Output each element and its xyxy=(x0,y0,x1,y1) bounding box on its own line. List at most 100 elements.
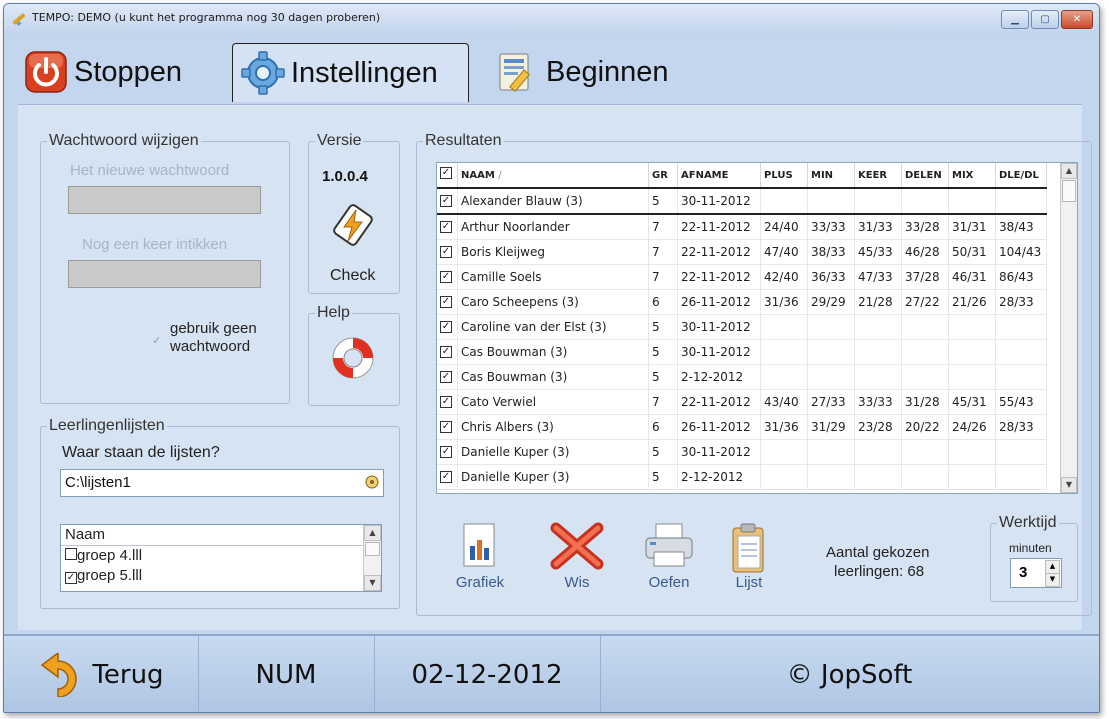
header-plus[interactable]: PLUS xyxy=(760,163,808,189)
header-dle-dl[interactable]: DLE/DL xyxy=(995,163,1047,189)
scroll-down-button[interactable]: ▼ xyxy=(1061,477,1077,493)
header-afname[interactable]: AFNAME xyxy=(677,163,761,189)
worktime-stepper[interactable]: 3 ▲ ▼ xyxy=(1010,558,1062,588)
cell-afname: 30-11-2012 xyxy=(677,187,761,215)
repeat-password-field[interactable] xyxy=(68,260,261,288)
check-label[interactable]: Check xyxy=(330,267,375,285)
row-checkbox-cell[interactable]: ✓ xyxy=(437,214,458,240)
table-row[interactable]: ✓ Caroline van der Elst (3) 5 30-11-2012 xyxy=(437,314,1047,340)
tab-stoppen[interactable]: Stoppen xyxy=(16,43,182,101)
worktime-value[interactable]: 3 xyxy=(1019,564,1027,581)
back-button[interactable]: Terug xyxy=(4,636,199,712)
table-row[interactable]: ✓ Cas Bouwman (3) 5 30-11-2012 xyxy=(437,339,1047,365)
scroll-up-button[interactable]: ▲ xyxy=(1061,163,1077,179)
row-checkbox-cell[interactable]: ✓ xyxy=(437,264,458,290)
row-checkbox-cell[interactable]: ✓ xyxy=(437,389,458,415)
row-checkbox[interactable]: ✓ xyxy=(440,370,452,383)
table-row[interactable]: ✓ Chris Albers (3) 6 26-11-2012 31/36 31/29 23… xyxy=(437,414,1047,440)
header-keer[interactable]: KEER xyxy=(854,163,902,189)
table-row[interactable]: ✓ Cato Verwiel 7 22-11-2012 43/40 27/33 33/33 3… xyxy=(437,389,1047,415)
header-min[interactable]: MIN xyxy=(807,163,855,189)
header-check-column[interactable]: ✓ xyxy=(437,163,458,189)
cell-min xyxy=(807,187,855,215)
row-checkbox[interactable]: ✓ xyxy=(440,395,452,408)
lists-listbox[interactable]: Naam groep 4.lll ✓ groep 5.lll ▲ ▼ xyxy=(60,524,382,592)
maximize-button[interactable]: ▢ xyxy=(1031,10,1059,29)
row-checkbox-cell[interactable]: ✓ xyxy=(437,187,458,215)
row-checkbox-cell[interactable]: ✓ xyxy=(437,339,458,365)
row-checkbox[interactable]: ✓ xyxy=(440,345,452,358)
no-password-checkbox[interactable]: ✓ xyxy=(152,334,161,347)
chart-button[interactable]: Grafiek xyxy=(450,522,510,591)
list-item-checkbox[interactable] xyxy=(65,548,77,560)
row-checkbox[interactable]: ✓ xyxy=(440,445,452,458)
row-checkbox[interactable]: ✓ xyxy=(440,194,452,207)
row-checkbox-cell[interactable]: ✓ xyxy=(437,289,458,315)
list-item[interactable]: groep 4.lll xyxy=(61,546,381,566)
browse-folder-icon[interactable] xyxy=(364,474,380,490)
table-row[interactable]: ✓ Cas Bouwman (3) 5 2-12-2012 xyxy=(437,364,1047,390)
list-button[interactable]: Lijst xyxy=(724,522,774,591)
header-name[interactable]: NAAM / xyxy=(457,163,649,189)
delete-button[interactable]: Wis xyxy=(542,522,612,591)
cell-delen: 31/28 xyxy=(901,389,949,415)
lifebuoy-icon[interactable] xyxy=(330,335,376,381)
row-checkbox-cell[interactable]: ✓ xyxy=(437,464,458,490)
stepper-up-button[interactable]: ▲ xyxy=(1045,560,1060,574)
table-row[interactable]: ✓ Danielle Kuper (3) 5 30-11-2012 xyxy=(437,439,1047,465)
table-row[interactable]: ✓ Alexander Blauw (3) 5 30-11-2012 xyxy=(437,187,1047,215)
table-row[interactable]: ✓ Arthur Noorlander 7 22-11-2012 24/40 33/33 3… xyxy=(437,214,1047,240)
worktime-unit: minuten xyxy=(1009,541,1052,555)
row-checkbox-cell[interactable]: ✓ xyxy=(437,314,458,340)
row-checkbox-cell[interactable]: ✓ xyxy=(437,364,458,390)
lists-scrollbar[interactable]: ▲ ▼ xyxy=(363,525,381,591)
row-checkbox-cell[interactable]: ✓ xyxy=(437,414,458,440)
row-checkbox[interactable]: ✓ xyxy=(440,470,452,483)
tab-label: Instellingen xyxy=(291,56,438,89)
cell-gr: 5 xyxy=(648,187,678,215)
results-table[interactable]: ✓ NAAM / GR AFNAME PLUS MIN KEER DELEN M… xyxy=(436,162,1078,494)
no-password-label-1: gebruik geen xyxy=(170,320,257,337)
row-checkbox[interactable]: ✓ xyxy=(440,245,452,258)
table-header-row: ✓ NAAM / GR AFNAME PLUS MIN KEER DELEN M… xyxy=(437,163,1047,189)
scroll-down-button[interactable]: ▼ xyxy=(364,575,381,591)
tab-instellingen[interactable]: Instellingen xyxy=(232,43,469,102)
header-delen[interactable]: DELEN xyxy=(901,163,949,189)
table-row[interactable]: ✓ Camille Soels 7 22-11-2012 42/40 36/33 47/33… xyxy=(437,264,1047,290)
cell-keer: 45/33 xyxy=(854,239,902,265)
minimize-button[interactable]: ▁ xyxy=(1001,10,1029,29)
cell-dle xyxy=(995,314,1047,340)
row-checkbox[interactable]: ✓ xyxy=(440,270,452,283)
practice-button[interactable]: Oefen xyxy=(636,522,702,591)
tab-beginnen[interactable]: Beginnen xyxy=(488,43,669,101)
cell-plus: 47/40 xyxy=(760,239,808,265)
cell-plus xyxy=(760,439,808,465)
stepper-down-button[interactable]: ▼ xyxy=(1045,573,1060,587)
row-checkbox-cell[interactable]: ✓ xyxy=(437,239,458,265)
worktime-legend: Werktijd xyxy=(999,514,1057,531)
row-checkbox[interactable]: ✓ xyxy=(440,220,452,233)
cell-min xyxy=(807,464,855,490)
close-button[interactable]: ✕ xyxy=(1061,10,1093,29)
scroll-thumb[interactable] xyxy=(365,542,380,556)
list-item[interactable]: ✓ groep 5.lll xyxy=(61,566,381,586)
scroll-up-button[interactable]: ▲ xyxy=(364,525,381,541)
table-row[interactable]: ✓ Caro Scheepens (3) 6 26-11-2012 31/36 29/29… xyxy=(437,289,1047,315)
row-checkbox[interactable]: ✓ xyxy=(440,295,452,308)
lists-path-field[interactable]: C:\lijsten1 xyxy=(60,469,384,497)
header-mix[interactable]: MIX xyxy=(948,163,996,189)
header-gr[interactable]: GR xyxy=(648,163,678,189)
table-row[interactable]: ✓ Danielle Kuper (3) 5 2-12-2012 xyxy=(437,464,1047,490)
app-window: TEMPO: DEMO (u kunt het programma nog 30… xyxy=(3,3,1100,713)
cell-plus: 24/40 xyxy=(760,214,808,240)
row-checkbox[interactable]: ✓ xyxy=(440,420,452,433)
row-checkbox[interactable]: ✓ xyxy=(440,320,452,333)
row-checkbox-cell[interactable]: ✓ xyxy=(437,439,458,465)
list-item-checkbox[interactable]: ✓ xyxy=(65,572,77,584)
lightning-check-icon[interactable] xyxy=(332,204,374,246)
table-row[interactable]: ✓ Boris Kleijweg 7 22-11-2012 47/40 38/33 45/3… xyxy=(437,239,1047,265)
results-scrollbar[interactable]: ▲ ▼ xyxy=(1060,163,1077,493)
scroll-thumb[interactable] xyxy=(1062,180,1076,202)
new-password-field[interactable] xyxy=(68,186,261,214)
cell-min: 27/33 xyxy=(807,389,855,415)
